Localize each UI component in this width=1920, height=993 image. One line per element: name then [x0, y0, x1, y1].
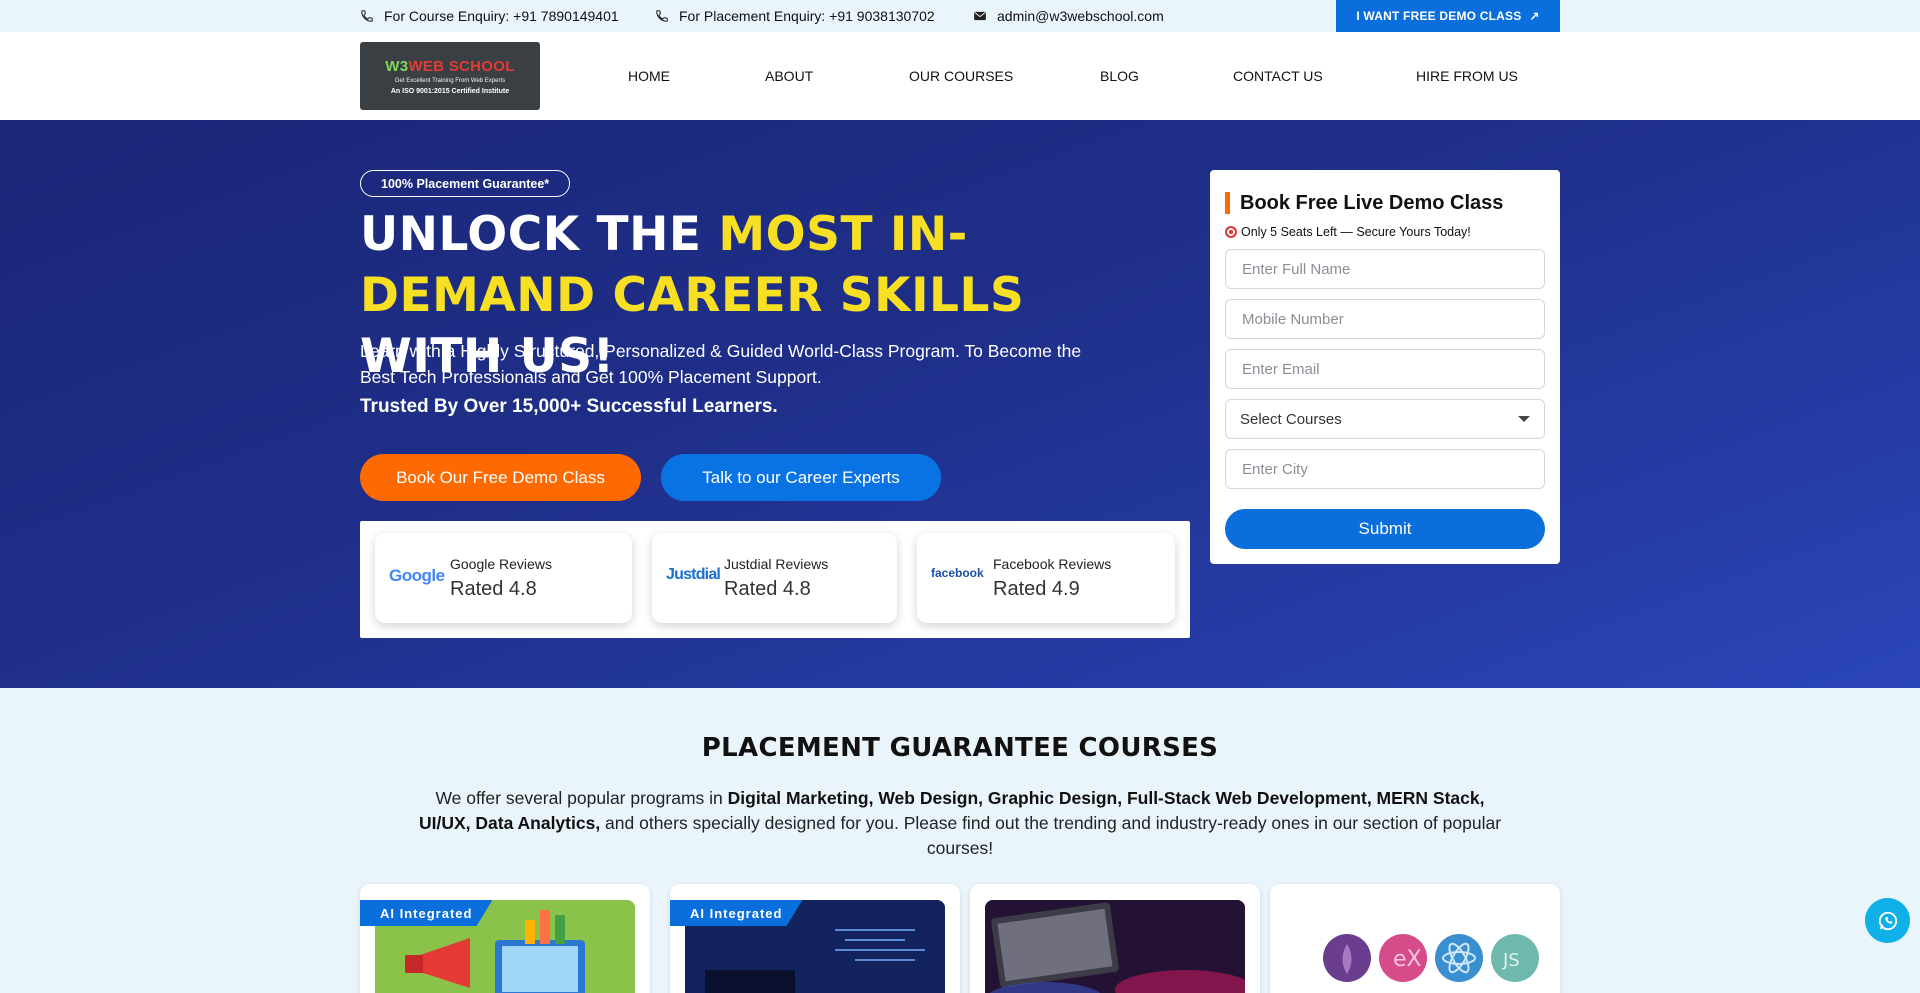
facebook-logo: facebook: [931, 566, 984, 580]
site-logo[interactable]: W3WEB SCHOOL Get Excellent Training From…: [360, 42, 540, 110]
submit-button[interactable]: Submit: [1225, 509, 1545, 549]
course-image: eX JS: [1285, 900, 1545, 993]
courses-title: PLACEMENT GUARANTEE COURSES: [701, 733, 1219, 763]
course-select-value: Select Courses: [1240, 410, 1342, 428]
form-title: Book Free Live Demo Class: [1225, 192, 1503, 214]
email-input[interactable]: [1225, 349, 1545, 389]
justdial-review-card[interactable]: Justdial Justdial Reviews Rated 4.8: [652, 533, 897, 623]
course-select[interactable]: Select Courses: [1225, 399, 1545, 439]
nav-our-courses[interactable]: OUR COURSES: [909, 32, 1013, 120]
placement-enquiry[interactable]: For Placement Enquiry: +91 9038130702: [655, 0, 935, 32]
nav-about[interactable]: ABOUT: [765, 32, 813, 120]
nav-contact-us[interactable]: CONTACT US: [1233, 32, 1323, 120]
google-logo: Google: [389, 566, 445, 585]
nav-hire-from-us[interactable]: HIRE FROM US: [1416, 32, 1518, 120]
phone-icon: [656, 10, 668, 22]
course-card-graphic-design[interactable]: [970, 884, 1260, 993]
course-card-digital-marketing[interactable]: AI Integrated: [360, 884, 650, 993]
logo-tagline: Get Excellent Training From Web Experts: [394, 77, 506, 84]
placement-guarantee-badge: 100% Placement Guarantee*: [360, 170, 571, 197]
whatsapp-chat-button[interactable]: [1865, 898, 1910, 943]
hero-section: 100% Placement Guarantee* UNLOCK THE MOS…: [0, 120, 1920, 688]
facebook-review-name: Facebook Reviews: [993, 556, 1112, 572]
email-link[interactable]: admin@w3webschool.com: [973, 0, 1164, 32]
svg-text:JS: JS: [1502, 950, 1520, 971]
nav-home[interactable]: HOME: [628, 32, 670, 120]
ai-integrated-tag: AI Integrated: [360, 900, 493, 926]
phone-icon: [361, 10, 373, 22]
top-bar: For Course Enquiry: +91 7890149401 For P…: [0, 0, 1920, 32]
envelope-icon: [974, 11, 986, 21]
site-header: W3WEB SCHOOL Get Excellent Training From…: [0, 32, 1920, 120]
book-demo-button[interactable]: Book Our Free Demo Class: [360, 454, 641, 501]
reviews-panel: Google Google Reviews Rated 4.8 Justdial…: [360, 521, 1190, 638]
free-demo-top-label: I WANT FREE DEMO CLASS: [1356, 9, 1522, 23]
mobile-input[interactable]: [1225, 299, 1545, 339]
caret-down-icon: [1518, 416, 1530, 422]
logo-wordmark: W3WEB SCHOOL: [385, 57, 515, 75]
facebook-review-rating: Rated 4.9: [993, 578, 1080, 600]
courses-description: We offer several popular programs in Dig…: [418, 788, 1502, 858]
demo-form-card: Book Free Live Demo Class Only 5 Seats L…: [1210, 170, 1560, 564]
form-subtitle: Only 5 Seats Left — Secure Yours Today!: [1225, 225, 1471, 239]
course-enquiry-text: For Course Enquiry: +91 7890149401: [384, 8, 619, 24]
hero-trusted-text: Trusted By Over 15,000+ Successful Learn…: [360, 396, 778, 417]
hero-description: Learn with a Highly Structured, Personal…: [360, 341, 1082, 387]
city-input[interactable]: [1225, 449, 1545, 489]
justdial-review-rating: Rated 4.8: [724, 578, 811, 600]
talk-experts-button[interactable]: Talk to our Career Experts: [661, 454, 941, 501]
full-name-input[interactable]: [1225, 249, 1545, 289]
whatsapp-icon: [1878, 911, 1897, 930]
course-image: [985, 900, 1245, 993]
course-enquiry[interactable]: For Course Enquiry: +91 7890149401: [360, 0, 619, 32]
nav-blog[interactable]: BLOG: [1100, 32, 1139, 120]
svg-text:eX: eX: [1393, 947, 1422, 972]
google-review-card[interactable]: Google Google Reviews Rated 4.8: [375, 533, 632, 623]
justdial-logo: Justdial: [666, 566, 721, 583]
free-demo-top-button[interactable]: I WANT FREE DEMO CLASS ↗: [1336, 0, 1560, 32]
placement-enquiry-text: For Placement Enquiry: +91 9038130702: [679, 8, 935, 24]
course-card-web-development[interactable]: AI Integrated: [670, 884, 960, 993]
target-icon: [1225, 226, 1237, 238]
justdial-review-name: Justdial Reviews: [724, 556, 829, 572]
arrow-up-right-icon: ↗: [1529, 9, 1540, 23]
email-text: admin@w3webschool.com: [997, 8, 1164, 24]
google-review-rating: Rated 4.8: [450, 578, 537, 600]
facebook-review-card[interactable]: facebook Facebook Reviews Rated 4.9: [917, 533, 1175, 623]
google-review-name: Google Reviews: [450, 556, 552, 572]
logo-iso: An ISO 9001:2015 Certified Institute: [390, 87, 510, 95]
course-card-mern-stack[interactable]: eX JS: [1270, 884, 1560, 993]
ai-integrated-tag: AI Integrated: [670, 900, 803, 926]
